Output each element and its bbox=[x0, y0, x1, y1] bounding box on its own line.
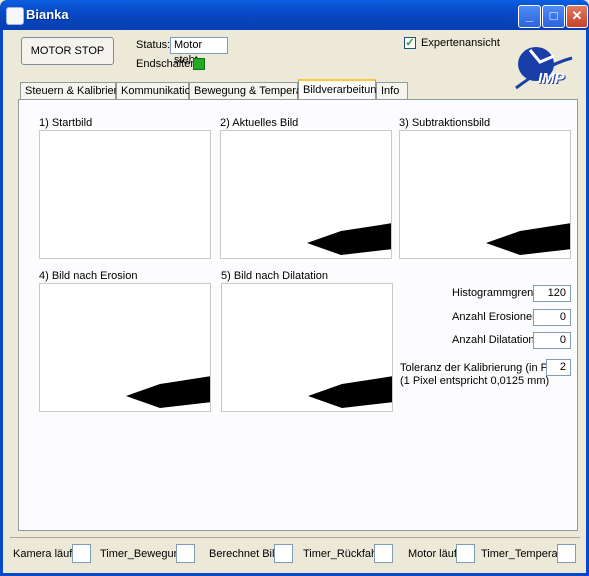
startbild-image bbox=[39, 130, 211, 259]
image-label-dilatation: 5) Bild nach Dilatation bbox=[221, 270, 329, 282]
status-timer-bewegung-indicator bbox=[176, 544, 195, 563]
histogram-input[interactable]: 120 bbox=[533, 285, 571, 302]
image-label-aktuelles: 2) Aktuelles Bild bbox=[220, 117, 299, 129]
motor-stop-button[interactable]: MOTOR STOP bbox=[21, 37, 114, 65]
app-icon bbox=[6, 7, 24, 25]
status-timer-rueckfahrt-label: Timer_Rückfahrt bbox=[303, 548, 384, 560]
expert-checkbox[interactable]: ✓ bbox=[404, 37, 416, 49]
status-motor-indicator bbox=[456, 544, 475, 563]
endschalter-label: Endschalter bbox=[136, 58, 195, 70]
minimize-button[interactable]: _ bbox=[518, 5, 541, 28]
tab-info[interactable]: Info bbox=[376, 82, 408, 99]
status-timer-temperatur-indicator bbox=[557, 544, 576, 563]
close-button[interactable]: ✕ bbox=[566, 5, 588, 28]
status-timer-bewegung-label: Timer_Bewegung bbox=[100, 548, 186, 560]
status-berechnet-indicator bbox=[274, 544, 293, 563]
dilatation-image bbox=[221, 283, 393, 412]
erosion-count-label: Anzahl Erosionen bbox=[452, 311, 539, 323]
erosion-image bbox=[39, 283, 211, 412]
status-value: Motor steht bbox=[170, 37, 228, 66]
status-motor-label: Motor läuft bbox=[408, 548, 460, 560]
aktuelles-bild-image bbox=[220, 130, 392, 259]
maximize-button[interactable]: □ bbox=[542, 5, 565, 28]
tolerance-input[interactable]: 2 bbox=[546, 359, 571, 376]
status-berechnet-label: Berechnet Bild bbox=[209, 548, 281, 560]
status-kamera-label: Kamera läuft bbox=[13, 548, 76, 560]
statusbar-divider bbox=[10, 537, 580, 538]
tab-kommunikation[interactable]: Kommunikation bbox=[116, 82, 197, 99]
dilation-count-input[interactable]: 0 bbox=[533, 332, 571, 349]
title-bar: Bianka _ □ ✕ bbox=[0, 0, 589, 30]
tolerance-note: (1 Pixel entspricht 0,0125 mm) bbox=[400, 375, 550, 387]
tab-bewegung-temperatur[interactable]: Bewegung & Temperatur bbox=[189, 82, 315, 99]
logo-text: IMP bbox=[538, 70, 565, 87]
status-label: Status: bbox=[136, 39, 171, 51]
window-title: Bianka bbox=[26, 7, 69, 22]
subtraktionsbild-image bbox=[399, 130, 571, 259]
status-kamera-indicator bbox=[72, 544, 91, 563]
image-label-subtraktion: 3) Subtraktionsbild bbox=[399, 117, 491, 129]
tab-bildverarbeitung[interactable]: Bildverarbeitung bbox=[298, 79, 383, 100]
image-label-startbild: 1) Startbild bbox=[39, 117, 93, 129]
expert-label: Expertenansicht bbox=[421, 37, 500, 49]
histogram-label: Histogrammgrenze bbox=[452, 287, 545, 299]
imp-logo: IMP bbox=[510, 42, 574, 92]
tab-steuern-kalibrieren[interactable]: Steuern & Kalibrieren bbox=[20, 82, 130, 99]
endschalter-indicator bbox=[193, 58, 205, 70]
erosion-count-input[interactable]: 0 bbox=[533, 309, 571, 326]
tolerance-label: Toleranz der Kalibrierung (in Pixel) bbox=[400, 362, 569, 374]
image-label-erosion: 4) Bild nach Erosion bbox=[39, 270, 138, 282]
status-timer-rueckfahrt-indicator bbox=[374, 544, 393, 563]
